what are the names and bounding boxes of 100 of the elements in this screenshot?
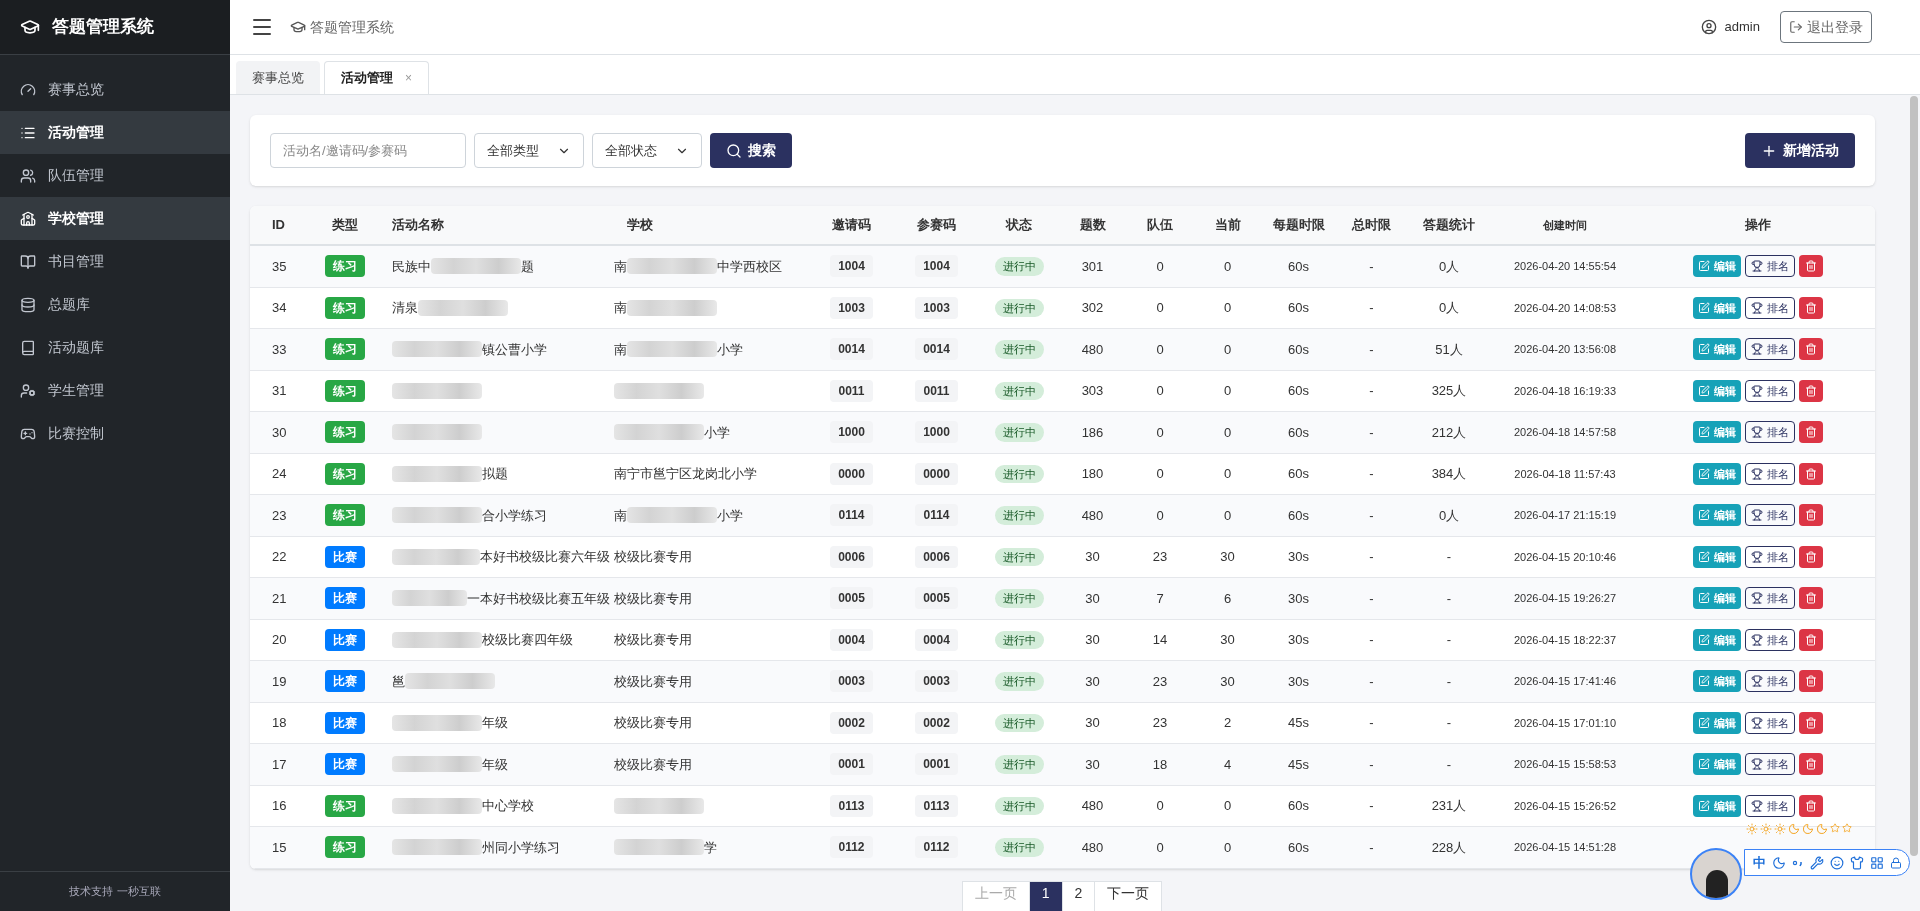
page-button[interactable]: 2 [1061,880,1096,911]
status-badge: 进行中 [994,381,1044,400]
table-cell: 24 [272,466,287,481]
smile-icon[interactable] [1830,855,1844,870]
sidebar-item[interactable]: 学校管理 [0,197,230,240]
input-mode-toggle[interactable]: 中 [1753,852,1766,873]
rank-button[interactable]: 排名 [1744,711,1795,734]
school-name: 南 [614,506,627,525]
delete-button[interactable] [1798,462,1823,485]
table-cell-text: - [1369,797,1374,815]
rank-button[interactable]: 排名 [1744,462,1795,485]
rank-button[interactable]: 排名 [1744,421,1795,444]
type-badge: 练习 [325,296,365,319]
sidebar-item[interactable]: 活动题库 [0,326,230,369]
delete-button[interactable] [1798,504,1823,527]
activity-name: 清泉 [392,299,418,317]
table-cell-text: 0 [1223,299,1232,317]
rank-button[interactable]: 排名 [1744,628,1795,651]
table-cell-text: - [1369,382,1374,400]
search-field[interactable]: 活动名/邀请码/参赛码 [270,133,466,168]
wrench-icon[interactable] [1810,855,1824,870]
user-icon [1700,19,1717,35]
table-cell: 18 [272,715,287,730]
shirt-icon[interactable] [1850,855,1864,870]
moon-icon[interactable] [1772,855,1786,870]
table-cell-text: 30 [1085,714,1100,732]
table-cell-text: - [1369,423,1374,442]
trash-icon [1804,633,1817,646]
table-cell-text: 2026-04-18 11:57:43 [1514,466,1616,482]
delete-button[interactable] [1798,628,1823,651]
table-cell-text: 60s [1288,465,1309,483]
sidebar-item[interactable]: 书目管理 [0,240,230,283]
delete-button[interactable] [1798,670,1823,693]
add-activity-button[interactable]: 新增活动 [1745,133,1855,168]
rank-button[interactable]: 排名 [1744,338,1795,361]
delete-button[interactable] [1798,421,1823,444]
rank-button[interactable]: 排名 [1744,379,1795,402]
table-cell-text: 60s [1288,838,1309,857]
rank-button[interactable]: 排名 [1744,753,1795,776]
logout-button[interactable]: 退出登录 [1780,11,1872,43]
entry-code: 0000 [915,462,958,485]
table-cell-text: 0 [1156,797,1164,815]
table-cell-text: 2026-04-20 14:55:54 [1513,259,1617,274]
type-badge: 练习 [325,338,365,361]
delete-button[interactable] [1798,296,1823,319]
sidebar-item[interactable]: 比赛控制 [0,412,230,455]
delete-button[interactable] [1798,794,1823,817]
rank-button[interactable]: 排名 [1744,670,1795,693]
rank-button[interactable]: 排名 [1744,587,1795,610]
rank-button[interactable]: 排名 [1744,545,1795,568]
school-icon [20,210,36,227]
trash-icon [1804,550,1817,563]
table-cell-text: 480 [1081,506,1104,525]
search-button[interactable]: 搜索 [710,133,792,168]
tab[interactable]: 赛事总览 [236,61,320,94]
trophy-icon [1750,384,1763,397]
table-cell-text: 0人 [1438,299,1460,317]
activity-name: 合小学练习 [482,506,547,525]
sidebar-item[interactable]: 总题库 [0,283,230,326]
delete-button[interactable] [1798,545,1823,568]
status-select[interactable]: 全部状态 [592,133,702,168]
type-badge: 练习 [325,379,365,402]
sidebar-item[interactable]: 学生管理 [0,369,230,412]
invite-code: 0000 [830,462,873,485]
grid-icon[interactable] [1870,855,1884,870]
tab[interactable]: 活动管理 × [324,61,429,94]
rank-button[interactable]: 排名 [1744,794,1795,817]
table-cell-text: - [1369,672,1374,691]
delete-button[interactable] [1798,587,1823,610]
delete-button[interactable] [1798,379,1823,402]
table-cell-text: 30s [1288,548,1309,566]
table-cell-text: 325人 [1431,382,1467,400]
activity-name: 题 [521,257,534,276]
users-icon [20,167,36,184]
trophy-icon [1750,343,1763,356]
rank-button[interactable]: 排名 [1744,296,1795,319]
status-badge: 进行中 [994,630,1044,649]
trophy-icon [1750,426,1763,439]
table-cell-text: 14 [1152,631,1168,649]
invite-code: 0002 [830,711,873,734]
page-button[interactable]: 下一页 [1094,880,1163,911]
school-name: 南 [614,299,627,317]
lock-icon[interactable] [1890,856,1902,869]
table-cell-text: 30 [1220,631,1235,649]
sidebar-item[interactable]: 赛事总览 [0,68,230,111]
sidebar-item[interactable]: 活动管理 [0,111,230,154]
rank-button[interactable]: 排名 [1744,255,1795,278]
page-button[interactable]: 1 [1028,880,1063,911]
trophy-icon [1750,716,1763,729]
delete-button[interactable] [1798,753,1823,776]
book-open-icon [20,253,36,270]
delete-button[interactable] [1798,711,1823,734]
logout-icon [1789,20,1803,34]
table-cell-text: 0 [1223,257,1232,276]
delete-button[interactable] [1798,338,1823,361]
table-cell-text: 384人 [1431,465,1467,483]
sidebar-item[interactable]: 队伍管理 [0,154,230,197]
rank-button[interactable]: 排名 [1744,504,1795,527]
type-select[interactable]: 全部类型 [474,133,584,168]
delete-button[interactable] [1798,255,1823,278]
